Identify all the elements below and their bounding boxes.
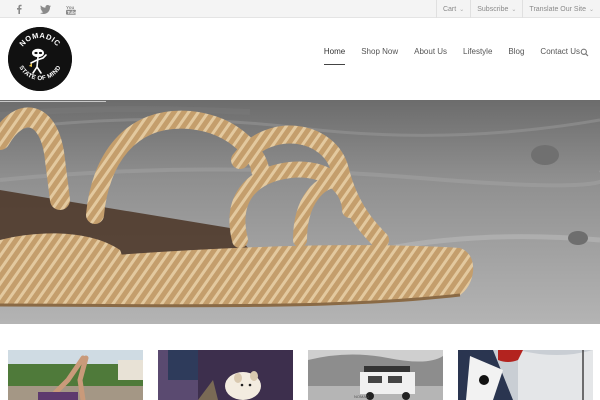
nav-item-blog[interactable]: Blog <box>508 40 524 64</box>
top-utility-bar: You Tube Cart ⌄ Subscribe ⌄ Translate Our… <box>0 0 600 18</box>
facebook-icon[interactable] <box>6 0 32 18</box>
svg-text:NOMAD: NOMAD <box>354 394 369 399</box>
youtube-icon[interactable]: You Tube <box>58 0 84 18</box>
cart-menu[interactable]: Cart ⌄ <box>435 0 470 18</box>
nav-item-shop-now[interactable]: Shop Now <box>361 40 398 64</box>
hero-image <box>0 100 600 324</box>
search-icon[interactable] <box>576 44 592 60</box>
hero-progress-line <box>0 101 106 102</box>
utility-menu: Cart ⌄ Subscribe ⌄ Translate Our Site ⌄ <box>435 0 600 18</box>
site-logo[interactable]: NOMADIC STATE OF MIND <box>8 27 72 91</box>
twitter-icon[interactable] <box>32 0 58 18</box>
gallery-row: NOMAD <box>0 350 600 400</box>
chevron-down-icon: ⌄ <box>511 6 517 13</box>
chevron-down-icon: ⌄ <box>459 6 465 13</box>
nav-item-about-us[interactable]: About Us <box>414 40 447 64</box>
main-nav: Home Shop Now About Us Lifestyle Blog Co… <box>308 40 580 65</box>
thumb-dog[interactable] <box>158 350 293 400</box>
svg-text:Tube: Tube <box>67 9 76 14</box>
thumb-beach-yoga[interactable] <box>8 350 143 400</box>
thumb-land-rover[interactable]: NOMAD <box>308 350 443 400</box>
translate-menu[interactable]: Translate Our Site ⌄ <box>522 0 600 18</box>
nav-item-contact-us[interactable]: Contact Us <box>540 40 580 64</box>
nav-item-home[interactable]: Home <box>323 40 346 65</box>
chevron-down-icon: ⌄ <box>588 6 594 13</box>
nav-item-lifestyle[interactable]: Lifestyle <box>463 40 492 64</box>
thumb-flags[interactable] <box>458 350 593 400</box>
cart-label: Cart <box>442 5 457 13</box>
subscribe-label: Subscribe <box>477 5 509 13</box>
subscribe-menu[interactable]: Subscribe ⌄ <box>470 0 522 18</box>
translate-label: Translate Our Site <box>529 5 586 13</box>
social-links: You Tube <box>6 0 84 18</box>
